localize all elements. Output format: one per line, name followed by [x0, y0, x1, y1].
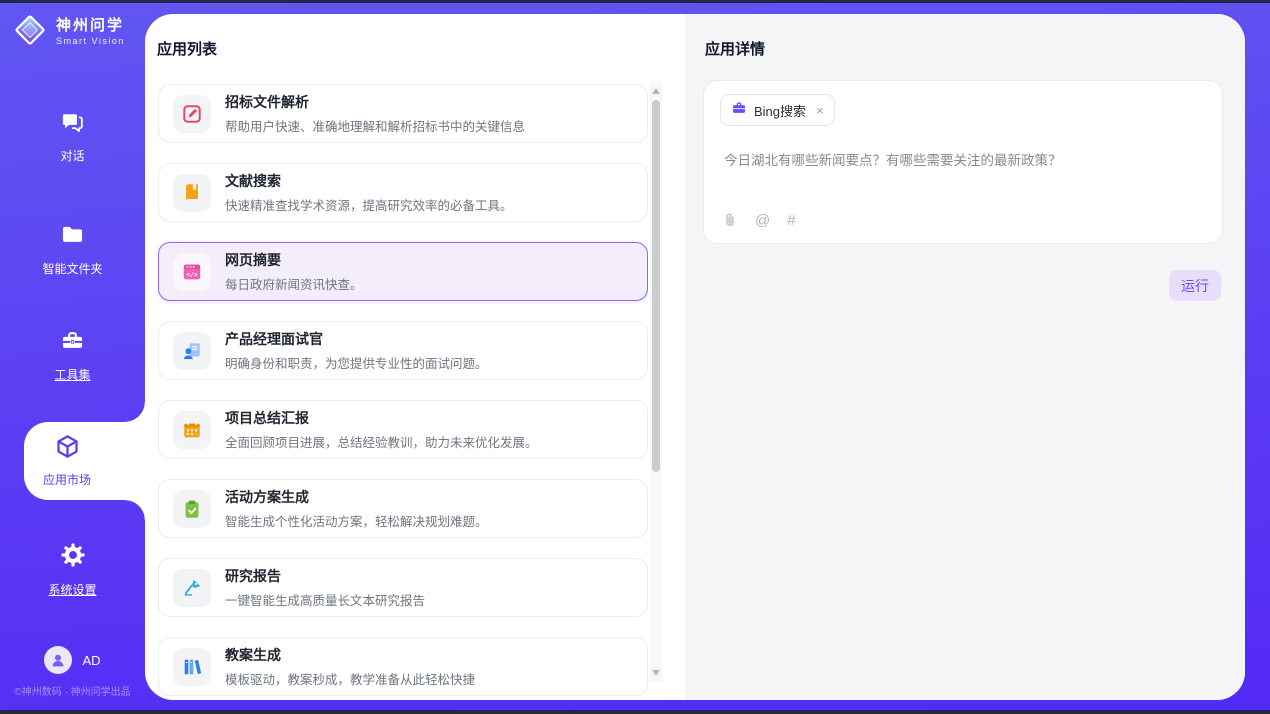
run-button[interactable]: 运行	[1169, 270, 1221, 301]
app-list-title: 应用列表	[157, 38, 217, 59]
app-card-title: 研究报告	[225, 566, 425, 586]
app-card-lesson-plan[interactable]: 教案生成 模板驱动，教案秒成，教学准备从此轻松快捷	[158, 637, 648, 696]
app-card-title: 项目总结汇报	[225, 408, 538, 428]
window-top-edge	[0, 0, 1270, 3]
books-icon	[173, 648, 211, 686]
sidebar-item-label: 应用市场	[43, 471, 91, 488]
app-card-title: 招标文件解析	[225, 92, 525, 112]
sidebar-item-toolset[interactable]: 工具集	[0, 327, 145, 383]
interviewer-icon	[173, 332, 211, 370]
clipboard-check-icon	[173, 490, 211, 528]
app-card-title: 活动方案生成	[225, 487, 488, 507]
app-card-list: 招标文件解析 帮助用户快速、准确地理解和解析招标书中的关键信息 文献搜索 快速精…	[158, 84, 648, 696]
app-card-desc: 帮助用户快速、准确地理解和解析招标书中的关键信息	[225, 116, 525, 135]
sidebar-item-label: 工具集	[54, 366, 90, 383]
input-toolbar: @ #	[722, 211, 796, 229]
app-list-panel: 应用列表 招标文件解析 帮助用户快速、准确地理解和解析招标书中的关键信息	[145, 14, 685, 700]
app-card-event-plan[interactable]: 活动方案生成 智能生成个性化活动方案，轻松解决规划难题。	[158, 479, 648, 538]
pen-square-icon	[173, 95, 211, 133]
briefcase-icon	[731, 100, 747, 121]
scroll-down-arrow-icon[interactable]	[652, 670, 660, 678]
app-card-title: 文献搜索	[225, 171, 513, 191]
close-icon[interactable]: ×	[816, 104, 824, 117]
chat-icon	[59, 108, 86, 140]
copyright-footer: ©神州数码 · 神州问学出品	[0, 683, 145, 698]
ink-pen-icon	[173, 569, 211, 607]
folder-icon	[59, 221, 86, 253]
brand-subtitle: Smart Vision	[56, 37, 125, 47]
toolbox-icon	[59, 327, 86, 359]
sidebar-item-app-market[interactable]: 应用市场	[24, 422, 145, 500]
sidebar-item-settings[interactable]: 系统设置	[0, 541, 145, 598]
sidebar: 神州问学 Smart Vision 对话 智能文件夹	[0, 0, 145, 714]
list-scrollbar[interactable]	[650, 82, 662, 682]
cube-icon	[54, 433, 81, 465]
app-detail-title: 应用详情	[705, 38, 765, 59]
brand-title: 神州问学	[56, 18, 125, 35]
app-card-desc: 全面回顾项目进展，总结经验教训，助力未来优化发展。	[225, 432, 538, 451]
sidebar-item-label: 智能文件夹	[42, 260, 102, 277]
app-card-research-report[interactable]: 研究报告 一键智能生成高质量长文本研究报告	[158, 558, 648, 617]
attachment-icon[interactable]	[722, 211, 738, 229]
scrollbar-thumb[interactable]	[652, 100, 660, 472]
window-bottom-edge	[0, 710, 1270, 714]
hash-icon[interactable]: #	[787, 212, 795, 229]
tool-chip-label: Bing搜索	[754, 101, 806, 120]
app-card-project-summary[interactable]: 项目总结汇报 全面回顾项目进展，总结经验教训，助力未来优化发展。	[158, 400, 648, 459]
sidebar-item-label: 系统设置	[48, 581, 96, 598]
app-card-desc: 每日政府新闻资讯快查。	[225, 274, 363, 293]
browser-code-icon: </>	[173, 253, 211, 291]
app-card-title: 教案生成	[225, 645, 475, 665]
app-card-tender-analysis[interactable]: 招标文件解析 帮助用户快速、准确地理解和解析招标书中的关键信息	[158, 84, 648, 143]
tool-chip-bing-search[interactable]: Bing搜索 ×	[720, 94, 835, 126]
calendar-icon	[173, 411, 211, 449]
mention-icon[interactable]: @	[755, 212, 770, 229]
sidebar-item-label: 对话	[60, 147, 84, 164]
book-icon	[173, 174, 211, 212]
app-card-desc: 一键智能生成高质量长文本研究报告	[225, 590, 425, 609]
app-card-desc: 明确身份和职责，为您提供专业性的面试问题。	[225, 353, 488, 372]
sidebar-item-smart-folder[interactable]: 智能文件夹	[0, 221, 145, 277]
app-card-pm-interviewer[interactable]: 产品经理面试官 明确身份和职责，为您提供专业性的面试问题。	[158, 321, 648, 380]
app-card-desc: 模板驱动，教案秒成，教学准备从此轻松快捷	[225, 669, 475, 688]
user-initials: AD	[82, 653, 100, 668]
app-detail-panel: 应用详情 Bing搜索 × 今日湖北有哪些新闻要点？有哪些需要关注的最新政策？	[685, 14, 1245, 700]
scroll-up-arrow-icon[interactable]	[652, 86, 660, 94]
app-card-title: 产品经理面试官	[225, 329, 488, 349]
app-card-desc: 智能生成个性化活动方案，轻松解决规划难题。	[225, 511, 488, 530]
prompt-input-card: Bing搜索 × 今日湖北有哪些新闻要点？有哪些需要关注的最新政策？ @ #	[703, 80, 1223, 244]
diamond-logo-icon	[12, 12, 48, 53]
sidebar-item-chat[interactable]: 对话	[0, 108, 145, 164]
avatar	[44, 646, 72, 674]
app-card-desc: 快速精准查找学术资源，提高研究效率的必备工具。	[225, 195, 513, 214]
gear-icon	[59, 541, 87, 574]
main-content: 应用列表 招标文件解析 帮助用户快速、准确地理解和解析招标书中的关键信息	[145, 14, 1245, 700]
user-account[interactable]: AD	[0, 646, 145, 674]
app-card-literature-search[interactable]: 文献搜索 快速精准查找学术资源，提高研究效率的必备工具。	[158, 163, 648, 222]
svg-text:</>: </>	[186, 270, 198, 278]
app-card-title: 网页摘要	[225, 250, 363, 270]
brand-logo: 神州问学 Smart Vision	[12, 12, 125, 53]
app-card-web-summary[interactable]: </> 网页摘要 每日政府新闻资讯快查。	[158, 242, 648, 301]
app-window: 神州问学 Smart Vision 对话 智能文件夹	[0, 0, 1270, 714]
query-input[interactable]: 今日湖北有哪些新闻要点？有哪些需要关注的最新政策？	[724, 149, 1204, 169]
